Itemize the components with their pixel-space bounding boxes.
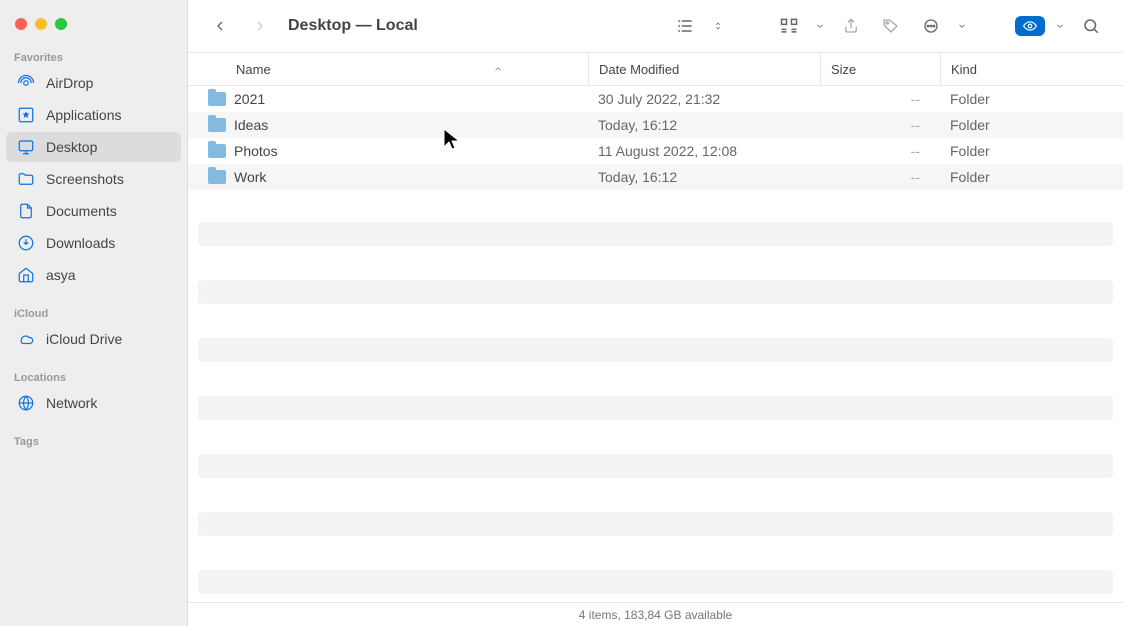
file-name: Ideas — [234, 117, 268, 133]
share-button[interactable] — [835, 10, 867, 42]
downloads-icon — [16, 233, 36, 253]
chevron-down-icon[interactable] — [813, 10, 827, 42]
folder-icon — [208, 92, 226, 106]
window-title: Desktop — Local — [288, 17, 418, 35]
airdrop-icon — [16, 73, 36, 93]
table-row[interactable]: Ideas Today, 16:12--Folder — [188, 112, 1123, 138]
action-menu-button[interactable] — [915, 10, 947, 42]
sidebar-item-home[interactable]: asya — [6, 260, 181, 290]
locations-label: Locations — [0, 368, 187, 388]
network-icon — [16, 393, 36, 413]
column-name[interactable]: Name — [188, 62, 588, 77]
file-date: Today, 16:12 — [588, 169, 820, 185]
table-row[interactable]: 2021 30 July 2022, 21:32--Folder — [188, 86, 1123, 112]
file-size: -- — [820, 143, 940, 159]
file-date: 30 July 2022, 21:32 — [588, 91, 820, 107]
applications-icon — [16, 105, 36, 125]
file-kind: Folder — [940, 117, 1123, 133]
sidebar-item-documents[interactable]: Documents — [6, 196, 181, 226]
tags-label: Tags — [0, 432, 187, 452]
forward-button[interactable] — [244, 10, 276, 42]
maximize-window-button[interactable] — [55, 18, 67, 30]
file-name: Work — [234, 169, 266, 185]
table-row[interactable]: Work Today, 16:12--Folder — [188, 164, 1123, 190]
favorites-label: Favorites — [0, 48, 187, 68]
file-name: Photos — [234, 143, 278, 159]
sort-indicator-icon — [493, 62, 503, 77]
column-date-modified[interactable]: Date Modified — [588, 53, 820, 85]
file-name: 2021 — [234, 91, 265, 107]
file-kind: Folder — [940, 91, 1123, 107]
sidebar-item-label: Desktop — [46, 139, 97, 155]
folder-icon — [208, 144, 226, 158]
file-date: 11 August 2022, 12:08 — [588, 143, 820, 159]
file-size: -- — [820, 169, 940, 185]
group-by-button[interactable] — [773, 10, 805, 42]
sidebar-item-icloud-drive[interactable]: iCloud Drive — [6, 324, 181, 354]
cloud-icon — [16, 329, 36, 349]
sidebar-item-screenshots[interactable]: Screenshots — [6, 164, 181, 194]
home-icon — [16, 265, 36, 285]
chevron-down-icon[interactable] — [955, 10, 969, 42]
status-bar: 4 items, 183,84 GB available — [188, 602, 1123, 626]
table-row[interactable]: Photos 11 August 2022, 12:08--Folder — [188, 138, 1123, 164]
sidebar-item-label: AirDrop — [46, 75, 93, 91]
view-options-caret[interactable] — [709, 10, 727, 42]
icloud-label: iCloud — [0, 304, 187, 324]
sidebar-item-label: iCloud Drive — [46, 331, 122, 347]
file-date: Today, 16:12 — [588, 117, 820, 133]
chevron-down-icon[interactable] — [1053, 10, 1067, 42]
sidebar-item-label: Network — [46, 395, 97, 411]
column-size[interactable]: Size — [820, 53, 940, 85]
view-list-button[interactable] — [669, 10, 701, 42]
desktop-icon — [16, 137, 36, 157]
sidebar-item-label: Documents — [46, 203, 117, 219]
documents-icon — [16, 201, 36, 221]
column-kind[interactable]: Kind — [940, 53, 1123, 85]
folder-icon — [16, 169, 36, 189]
sidebar-item-label: Applications — [46, 107, 122, 123]
close-window-button[interactable] — [15, 18, 27, 30]
minimize-window-button[interactable] — [35, 18, 47, 30]
tag-button[interactable] — [875, 10, 907, 42]
file-size: -- — [820, 117, 940, 133]
table-header: Name Date Modified Size Kind — [188, 52, 1123, 86]
search-button[interactable] — [1075, 10, 1107, 42]
sidebar-item-network[interactable]: Network — [6, 388, 181, 418]
sidebar-item-desktop[interactable]: Desktop — [6, 132, 181, 162]
folder-icon — [208, 118, 226, 132]
sidebar-item-applications[interactable]: Applications — [6, 100, 181, 130]
file-kind: Folder — [940, 169, 1123, 185]
placeholder-rows — [188, 222, 1123, 594]
file-kind: Folder — [940, 143, 1123, 159]
window-controls[interactable] — [0, 10, 187, 48]
sidebar-item-downloads[interactable]: Downloads — [6, 228, 181, 258]
back-button[interactable] — [204, 10, 236, 42]
sidebar-item-airdrop[interactable]: AirDrop — [6, 68, 181, 98]
sidebar-item-label: Screenshots — [46, 171, 124, 187]
sidebar-item-label: Downloads — [46, 235, 115, 251]
file-size: -- — [820, 91, 940, 107]
preview-toggle[interactable] — [1015, 16, 1045, 36]
folder-icon — [208, 170, 226, 184]
sidebar-item-label: asya — [46, 267, 76, 283]
